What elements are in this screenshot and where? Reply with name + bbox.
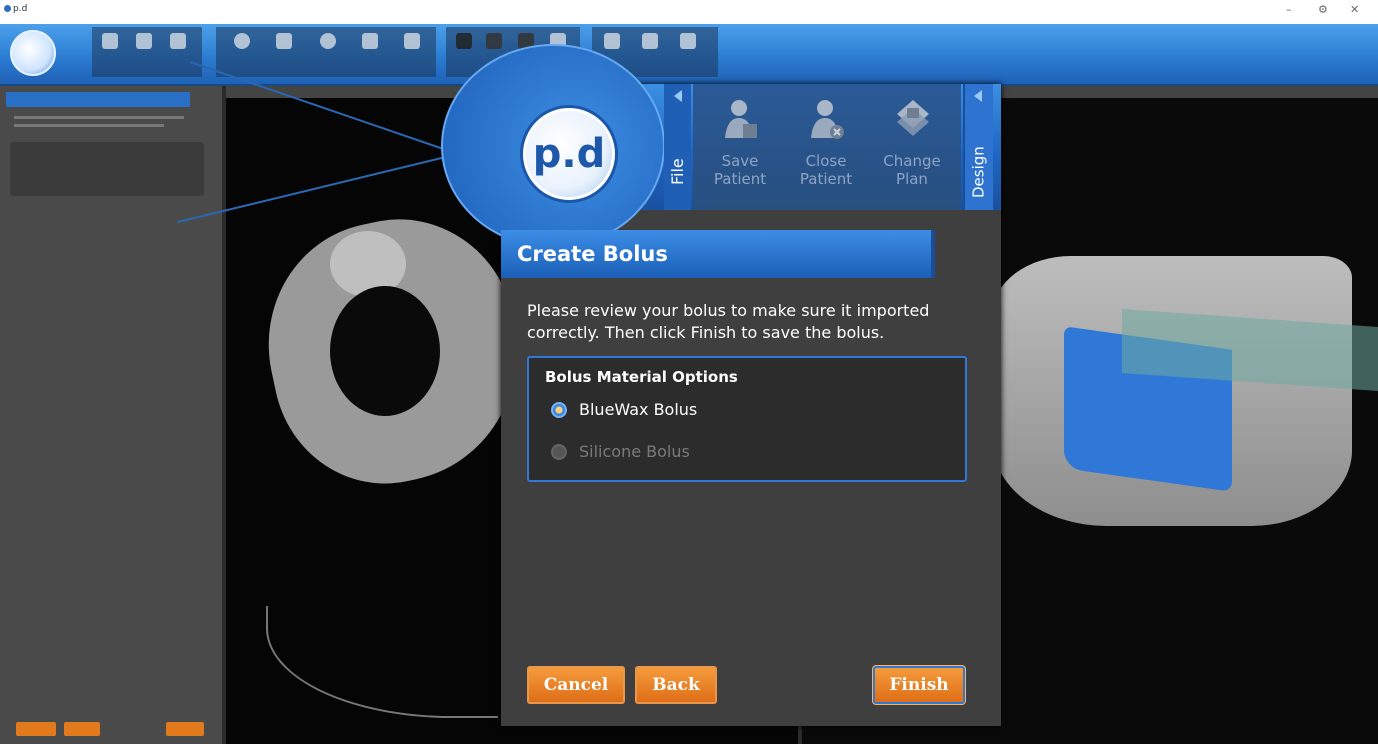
options-title: Bolus Material Options <box>545 368 738 386</box>
silicone-radio[interactable] <box>551 444 567 460</box>
finish-button[interactable]: Finish <box>872 665 966 705</box>
bluewax-label[interactable]: BlueWax Bolus <box>579 400 697 419</box>
zoomed-ribbon: p.d File Save Patient Close Patient Chan… <box>441 44 1001 248</box>
change-plan-button[interactable]: Change Plan <box>869 92 955 202</box>
description-line-1: Please review your bolus to make sure it… <box>527 301 930 320</box>
tab-file-label: File <box>668 158 687 186</box>
collapse-arrow-icon[interactable] <box>974 90 982 102</box>
change-plan-icon <box>897 100 929 136</box>
change-plan-line1: Change <box>883 152 941 170</box>
save-patient-button[interactable]: Save Patient <box>697 92 783 202</box>
tab-design[interactable]: Design <box>963 84 993 210</box>
tab-design-label: Design <box>969 146 988 198</box>
description-line-2: correctly. Then click Finish to save the… <box>527 323 885 342</box>
close-patient-icon <box>811 100 844 139</box>
close-patient-line1: Close <box>805 152 847 170</box>
bluewax-radio[interactable] <box>551 402 567 418</box>
panel-description: Please review your bolus to make sure it… <box>527 300 967 344</box>
panel-title: Create Bolus <box>501 230 935 278</box>
close-patient-line2: Patient <box>799 170 853 188</box>
close-patient-button[interactable]: Close Patient <box>783 92 869 202</box>
zoomed-panel: p.d File Save Patient Close Patient Chan… <box>441 44 1001 726</box>
logo-text: p.d <box>532 131 606 177</box>
save-patient-icon <box>725 100 757 138</box>
silicone-label[interactable]: Silicone Bolus <box>579 442 690 461</box>
pd-logo[interactable]: p.d <box>523 108 615 200</box>
save-patient-line1: Save <box>721 152 759 170</box>
change-plan-line2: Plan <box>896 170 928 188</box>
cancel-button[interactable]: Cancel <box>527 666 625 704</box>
save-patient-line2: Patient <box>713 170 767 188</box>
collapse-arrow-icon[interactable] <box>674 90 682 102</box>
zoomed-logo-area: p.d <box>441 44 689 248</box>
tab-file[interactable]: File <box>664 84 691 210</box>
bolus-material-options: Bolus Material Options BlueWax Bolus Sil… <box>527 356 967 482</box>
back-button[interactable]: Back <box>635 666 717 704</box>
file-tools-group: Save Patient Close Patient Change Plan <box>693 84 961 210</box>
